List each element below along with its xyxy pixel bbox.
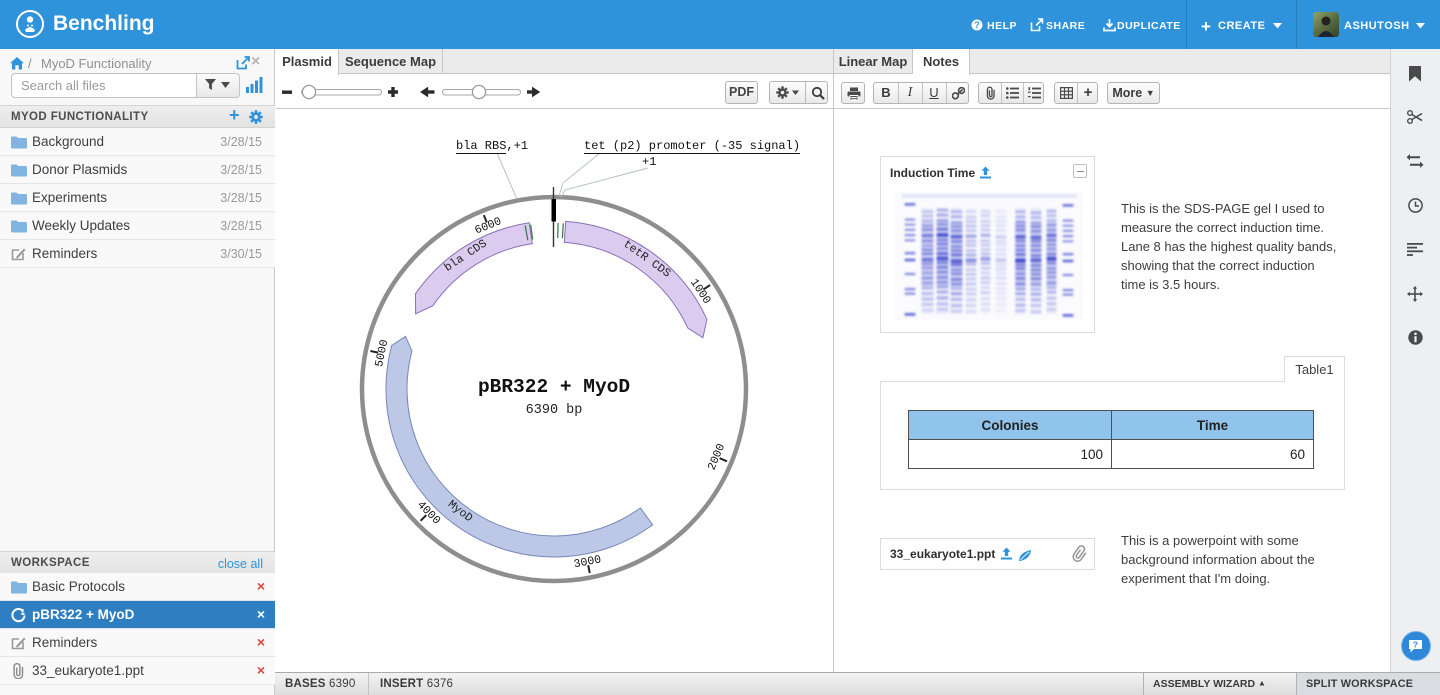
svg-text:2000: 2000 — [706, 442, 729, 473]
svg-text:3000: 3000 — [573, 553, 603, 571]
svg-text:pBR322 + MyoD: pBR322 + MyoD — [478, 376, 630, 398]
svg-text:?: ? — [1413, 639, 1418, 649]
svg-text:6390 bp: 6390 bp — [526, 403, 583, 418]
svg-text:?: ? — [974, 20, 980, 30]
